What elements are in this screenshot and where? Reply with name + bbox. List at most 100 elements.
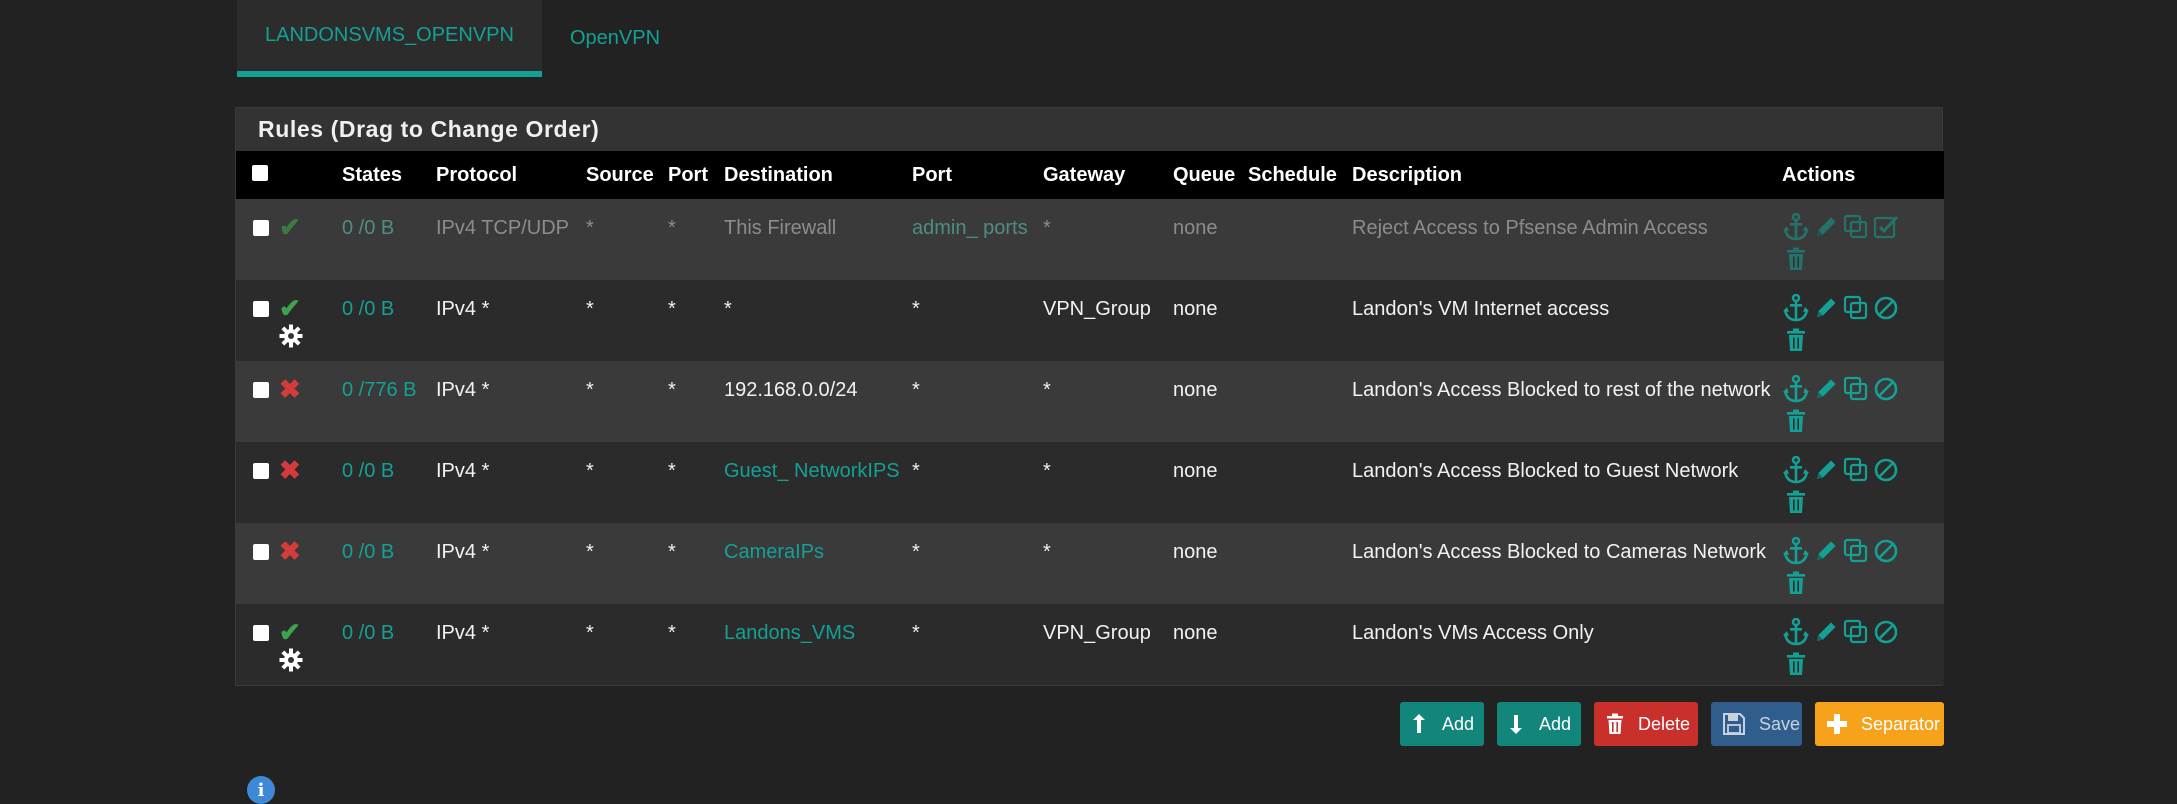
info-icon[interactable]: i [247, 776, 275, 804]
trash-icon[interactable] [1782, 407, 1810, 435]
row-checkbox[interactable] [253, 544, 269, 560]
source-cell: * [586, 298, 594, 320]
schedule-cell [1242, 280, 1346, 361]
row-actions [1782, 294, 1902, 354]
rule-status: ✖ [279, 375, 335, 403]
pencil-icon[interactable] [1812, 618, 1840, 646]
table-row[interactable]: ✔ 0 /0 B IPv4 * * * * * VPN_Group none Landon's V… [236, 280, 1944, 361]
row-actions [1782, 456, 1902, 516]
source-port-cell: * [668, 541, 676, 563]
row-checkbox[interactable] [253, 301, 269, 317]
separator-button[interactable]: Separator [1815, 702, 1944, 746]
table-row[interactable]: ✖ 0 /0 B IPv4 * * * CameraIPs * * none Landon's A… [236, 523, 1944, 604]
destination-value: This Firewall [724, 217, 837, 239]
disable-icon[interactable] [1872, 294, 1900, 322]
disable-icon[interactable] [1872, 618, 1900, 646]
gateway-cell: * [1043, 541, 1051, 563]
destination-value[interactable]: CameraIPs [724, 541, 824, 563]
rules-panel: Rules (Drag to Change Order) States Prot… [235, 107, 1944, 686]
column-queue: Queue [1173, 163, 1236, 186]
dest-port-value[interactable]: admin_ ports [912, 217, 1028, 239]
gateway-cell: * [1043, 379, 1051, 401]
trash-icon[interactable] [1782, 569, 1810, 597]
row-actions [1782, 213, 1902, 273]
column-description: Description [1352, 163, 1463, 186]
disable-icon[interactable] [1872, 375, 1900, 403]
row-checkbox[interactable] [253, 463, 269, 479]
anchor-icon[interactable] [1782, 456, 1810, 484]
states-link[interactable]: 0 /0 B [342, 460, 394, 482]
copy-icon[interactable] [1842, 375, 1870, 403]
delete-button[interactable]: Delete [1594, 702, 1698, 746]
source-cell: * [586, 541, 594, 563]
anchor-icon[interactable] [1782, 213, 1810, 241]
source-cell: * [586, 460, 594, 482]
disable-icon[interactable] [1872, 537, 1900, 565]
trash-icon[interactable] [1782, 488, 1810, 516]
gateway-cell: * [1043, 460, 1051, 482]
source-port-cell: * [668, 622, 676, 644]
check-icon: ✔ [279, 212, 301, 242]
copy-icon[interactable] [1842, 618, 1870, 646]
queue-cell: none [1173, 460, 1218, 482]
source-port-cell: * [668, 379, 676, 401]
trash-icon[interactable] [1782, 245, 1810, 273]
add-rule-top-button[interactable]: Add [1400, 702, 1484, 746]
table-row[interactable]: ✔ 0 /0 B IPv4 * * * Landons_VMS * VPN_Group none… [236, 604, 1944, 685]
schedule-cell [1242, 604, 1346, 685]
column-actions: Actions [1782, 163, 1856, 186]
table-row[interactable]: ✖ 0 /0 B IPv4 * * * Guest_ NetworkIPS * * none La… [236, 442, 1944, 523]
copy-icon[interactable] [1842, 456, 1870, 484]
queue-cell: none [1173, 298, 1218, 320]
states-link[interactable]: 0 /776 B [342, 379, 417, 401]
pencil-icon[interactable] [1812, 294, 1840, 322]
schedule-cell [1242, 199, 1346, 280]
tab-openvpn[interactable]: OpenVPN [542, 0, 688, 77]
table-row[interactable]: ✖ 0 /776 B IPv4 * * * 192.168.0.0/24 * * none Lan… [236, 361, 1944, 442]
save-button[interactable]: Save [1711, 702, 1802, 746]
column-destination: Destination [724, 163, 833, 186]
copy-icon[interactable] [1842, 537, 1870, 565]
add-top-label: Add [1442, 713, 1475, 734]
save-label: Save [1759, 713, 1801, 734]
states-link[interactable]: 0 /0 B [342, 541, 394, 563]
gear-icon [279, 646, 303, 681]
queue-cell: none [1173, 622, 1218, 644]
anchor-icon[interactable] [1782, 537, 1810, 565]
button-bar: Add Add Delete Save Separator [1400, 702, 1944, 746]
schedule-cell [1242, 361, 1346, 442]
tab-landonsvms-openvpn[interactable]: LANDONSVMS_OPENVPN [237, 0, 542, 77]
destination-value[interactable]: Landons_VMS [724, 622, 855, 644]
trash-icon[interactable] [1782, 650, 1810, 678]
row-checkbox[interactable] [253, 382, 269, 398]
dest-port-value: * [912, 622, 920, 644]
table-row[interactable]: ✔ 0 /0 B IPv4 TCP/UDP * * This Firewall admin_… [236, 199, 1944, 280]
states-link[interactable]: 0 /0 B [342, 217, 394, 239]
states-link[interactable]: 0 /0 B [342, 298, 394, 320]
anchor-icon[interactable] [1782, 294, 1810, 322]
pencil-icon[interactable] [1812, 537, 1840, 565]
destination-value[interactable]: Guest_ NetworkIPS [724, 460, 900, 482]
column-gateway: Gateway [1043, 163, 1126, 186]
trash-icon [1606, 713, 1624, 735]
copy-icon[interactable] [1842, 213, 1870, 241]
pencil-icon[interactable] [1812, 456, 1840, 484]
copy-icon[interactable] [1842, 294, 1870, 322]
enable-icon[interactable] [1872, 213, 1900, 241]
row-checkbox[interactable] [253, 220, 269, 236]
protocol-cell: IPv4 * [436, 298, 490, 320]
dest-port-value: * [912, 298, 920, 320]
floppy-disk-icon [1723, 713, 1745, 735]
pencil-icon[interactable] [1812, 375, 1840, 403]
destination-value: * [724, 298, 732, 320]
add-rule-bottom-button[interactable]: Add [1497, 702, 1581, 746]
row-checkbox[interactable] [253, 625, 269, 641]
anchor-icon[interactable] [1782, 375, 1810, 403]
disable-icon[interactable] [1872, 456, 1900, 484]
anchor-icon[interactable] [1782, 618, 1810, 646]
rule-status: ✔ [279, 618, 335, 681]
states-link[interactable]: 0 /0 B [342, 622, 394, 644]
trash-icon[interactable] [1782, 326, 1810, 354]
pencil-icon[interactable] [1812, 213, 1840, 241]
select-all-checkbox[interactable] [252, 164, 268, 181]
